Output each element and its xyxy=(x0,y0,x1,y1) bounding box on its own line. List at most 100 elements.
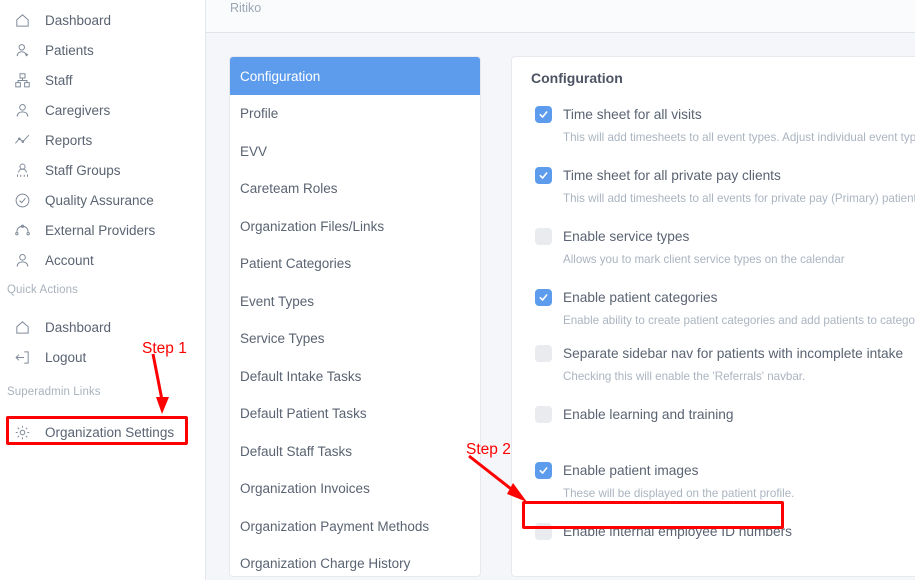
checkbox-enable-internal-employee-id-numbers[interactable] xyxy=(535,523,552,540)
config-option-description: Checking this will enable the 'Referrals… xyxy=(535,365,903,383)
config-option-description: These will be displayed on the patient p… xyxy=(535,482,794,500)
sidebar-item-label: Logout xyxy=(38,350,86,365)
checkbox-enable-service-types[interactable] xyxy=(535,228,552,245)
menu-item-profile[interactable]: Profile xyxy=(230,95,480,133)
menu-header-configuration[interactable]: Configuration xyxy=(230,57,480,95)
config-option-description: This will add timesheets to all events f… xyxy=(535,187,915,205)
config-option-label: Time sheet for all private pay clients xyxy=(552,168,781,183)
sidebar-item-label: Staff xyxy=(38,73,73,88)
settings-menu-card: Configuration ProfileEVVCareteam RolesOr… xyxy=(229,56,481,577)
config-option-label: Time sheet for all visits xyxy=(552,107,702,122)
config-option-label: Enable learning and training xyxy=(552,407,733,422)
sidebar-item-staff-groups[interactable]: Staff Groups xyxy=(0,155,121,185)
config-option-description: Allows you to mark client service types … xyxy=(535,248,845,266)
menu-item-default-patient-tasks[interactable]: Default Patient Tasks xyxy=(230,395,480,433)
config-row: Time sheet for all visits This will add t… xyxy=(512,103,915,144)
menu-item-organization-payment-methods[interactable]: Organization Payment Methods xyxy=(230,508,480,546)
menu-item-event-types[interactable]: Event Types xyxy=(230,283,480,321)
sidebar-item-label: Dashboard xyxy=(38,13,111,28)
config-row: Enable patient imagesThese will be displ… xyxy=(512,459,794,500)
config-row: Enable patient categories Enable ability … xyxy=(512,286,915,327)
config-option[interactable]: Enable Detailed PDF Patient Profile (Por… xyxy=(535,576,843,577)
sidebar-item-label: Caregivers xyxy=(38,103,110,118)
patient-icon xyxy=(14,40,38,60)
config-option[interactable]: Enable patient images xyxy=(535,459,794,482)
configuration-panel-title: Configuration xyxy=(531,70,623,86)
checkbox-enable-learning-and-training[interactable] xyxy=(535,406,552,423)
menu-item-organization-files-links[interactable]: Organization Files/Links xyxy=(230,208,480,246)
config-option[interactable]: Enable service types xyxy=(535,225,845,248)
home-icon xyxy=(14,10,38,30)
sidebar-item-label: Account xyxy=(38,253,94,268)
sidebar-item-dashboard[interactable]: Dashboard xyxy=(0,312,111,342)
sidebar-item-caregivers[interactable]: Caregivers xyxy=(0,95,110,125)
app-root: Dashboard Patients Staff Caregivers Reports S… xyxy=(0,0,915,580)
sidebar-item-organization-settings[interactable]: Organization Settings xyxy=(0,417,174,447)
menu-item-organization-charge-history[interactable]: Organization Charge History xyxy=(230,545,480,577)
config-row: Enable Detailed PDF Patient Profile (Por… xyxy=(512,576,843,577)
config-row: Time sheet for all private pay clients Th… xyxy=(512,164,915,205)
gear-icon xyxy=(14,422,38,442)
config-option-label: Enable service types xyxy=(552,229,689,244)
config-option[interactable]: Separate sidebar nav for patients with i… xyxy=(535,342,903,365)
sidebar-item-label: Staff Groups xyxy=(38,163,121,178)
sidebar-item-staff[interactable]: Staff xyxy=(0,65,73,95)
sidebar-item-reports[interactable]: Reports xyxy=(0,125,92,155)
config-option[interactable]: Enable learning and training xyxy=(535,403,733,426)
person-icon xyxy=(14,250,38,270)
left-sidebar: Dashboard Patients Staff Caregivers Reports S… xyxy=(0,0,206,580)
sidebar-item-patients[interactable]: Patients xyxy=(0,35,94,65)
menu-item-careteam-roles[interactable]: Careteam Roles xyxy=(230,170,480,208)
sidebar-item-dashboard[interactable]: Dashboard xyxy=(0,5,111,35)
menu-item-default-staff-tasks[interactable]: Default Staff Tasks xyxy=(230,433,480,471)
sidebar-item-label: Quality Assurance xyxy=(38,193,154,208)
menu-item-default-intake-tasks[interactable]: Default Intake Tasks xyxy=(230,358,480,396)
superadmin-links-heading: Superadmin Links xyxy=(0,386,101,398)
settings-menu-list: ProfileEVVCareteam RolesOrganization Fil… xyxy=(230,95,480,577)
config-option[interactable]: Time sheet for all visits xyxy=(535,103,915,126)
people-group-icon xyxy=(14,160,38,180)
person-icon xyxy=(14,100,38,120)
network-icon xyxy=(14,220,38,240)
config-option[interactable]: Enable internal employee ID numbers xyxy=(535,520,792,543)
checkbox-enable-patient-categories[interactable] xyxy=(535,289,552,306)
config-option[interactable]: Enable patient categories xyxy=(535,286,915,309)
org-chart-icon xyxy=(14,70,38,90)
config-row: Enable learning and training xyxy=(512,403,733,426)
organization-name-label: Ritiko xyxy=(230,1,261,15)
sidebar-item-label: Organization Settings xyxy=(38,425,174,440)
logout-icon xyxy=(14,347,38,367)
config-row: Separate sidebar nav for patients with i… xyxy=(512,342,903,383)
sidebar-item-account[interactable]: Account xyxy=(0,245,94,275)
checkbox-time-sheet-for-all-visits[interactable] xyxy=(535,106,552,123)
config-option-description: This will add timesheets to all event ty… xyxy=(535,126,915,144)
home-icon xyxy=(14,317,38,337)
checkbox-separate-sidebar-nav-for-patients-with-incomplete-intake[interactable] xyxy=(535,345,552,362)
menu-item-service-types[interactable]: Service Types xyxy=(230,320,480,358)
menu-item-evv[interactable]: EVV xyxy=(230,133,480,171)
checkbox-enable-patient-images[interactable] xyxy=(535,462,552,479)
sidebar-item-external-providers[interactable]: External Providers xyxy=(0,215,155,245)
sidebar-item-label: Patients xyxy=(38,43,94,58)
menu-item-organization-invoices[interactable]: Organization Invoices xyxy=(230,470,480,508)
configuration-panel: Configuration Time sheet for all visitsT… xyxy=(511,56,915,577)
config-option-description: Enable ability to create patient categor… xyxy=(535,309,915,327)
sidebar-item-logout[interactable]: Logout xyxy=(0,342,86,372)
config-option[interactable]: Time sheet for all private pay clients xyxy=(535,164,915,187)
line-chart-icon xyxy=(14,130,38,150)
sidebar-item-label: Dashboard xyxy=(38,320,111,335)
annotation-step-1-label: Step 1 xyxy=(142,340,187,358)
sidebar-item-label: Reports xyxy=(38,133,92,148)
checkbox-time-sheet-for-all-private-pay-clients[interactable] xyxy=(535,167,552,184)
sidebar-item-label: External Providers xyxy=(38,223,155,238)
config-option-label: Enable patient categories xyxy=(552,290,717,305)
quick-actions-heading: Quick Actions xyxy=(0,284,78,296)
config-row: Enable internal employee ID numbers xyxy=(512,520,792,543)
menu-item-patient-categories[interactable]: Patient Categories xyxy=(230,245,480,283)
config-row: Enable service types Allows you to mark c… xyxy=(512,225,845,266)
config-option-label: Enable internal employee ID numbers xyxy=(552,524,792,539)
top-strip: Ritiko xyxy=(206,0,915,33)
config-option-label: Separate sidebar nav for patients with i… xyxy=(552,346,903,361)
sidebar-item-quality-assurance[interactable]: Quality Assurance xyxy=(0,185,154,215)
annotation-step-2-label: Step 2 xyxy=(466,441,511,459)
